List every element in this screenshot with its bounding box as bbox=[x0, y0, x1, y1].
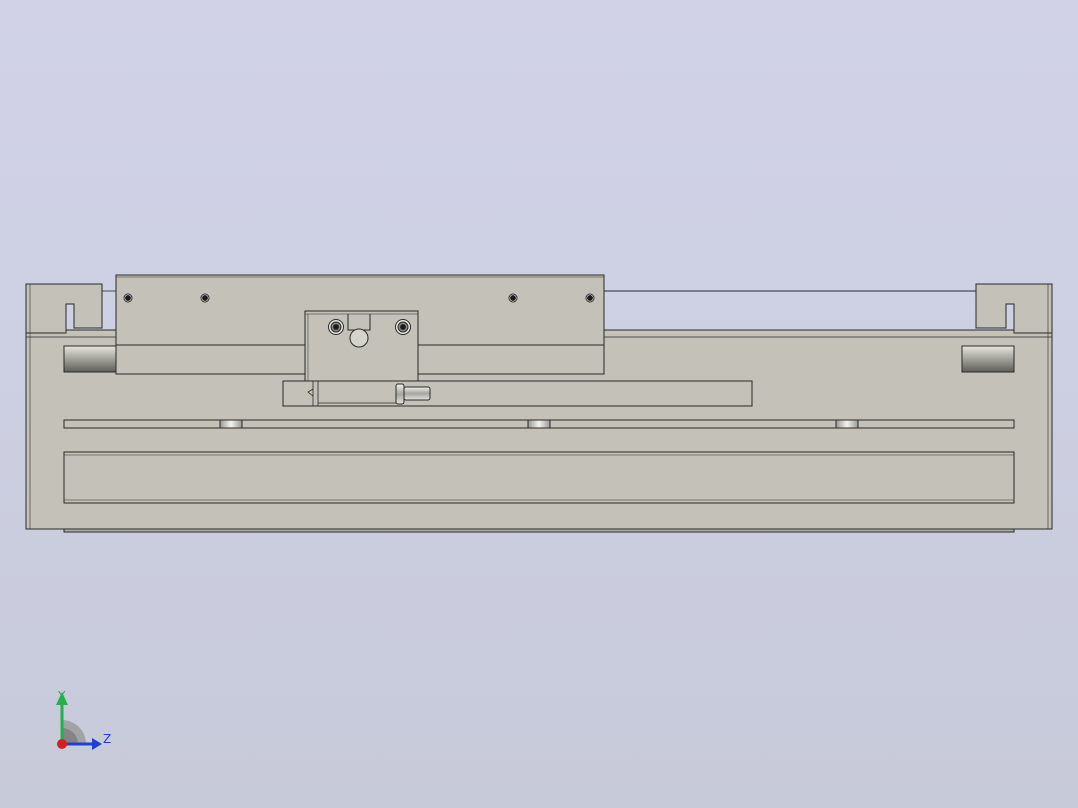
lower-cover-panel bbox=[63, 451, 1015, 504]
clamp-center-bolt bbox=[349, 328, 369, 348]
carriage-screw-1 bbox=[123, 293, 133, 303]
carriage-screw-3 bbox=[508, 293, 518, 303]
left-bumper bbox=[63, 345, 117, 373]
orientation-triad[interactable]: Y Z bbox=[40, 680, 130, 760]
clamp-screw-right bbox=[395, 319, 411, 335]
carriage-screw-4 bbox=[585, 293, 595, 303]
right-bumper bbox=[961, 345, 1015, 373]
sensor-bar bbox=[282, 380, 753, 407]
sensor-pin-head bbox=[395, 383, 405, 405]
sensor-pin-shaft bbox=[403, 386, 431, 401]
z-axis-label: Z bbox=[103, 732, 111, 746]
left-end-block bbox=[25, 283, 103, 334]
rail-slot-3 bbox=[835, 419, 859, 429]
y-axis-label: Y bbox=[57, 689, 66, 703]
x-axis-point bbox=[57, 739, 67, 749]
z-axis-arrowhead bbox=[92, 738, 102, 750]
linear-stage-model[interactable] bbox=[0, 0, 1078, 808]
cad-viewport[interactable]: Y Z bbox=[0, 0, 1078, 808]
carriage-screw-2 bbox=[200, 293, 210, 303]
right-end-block bbox=[975, 283, 1053, 334]
rail-slot-2 bbox=[527, 419, 551, 429]
clamp-screw-left bbox=[328, 319, 344, 335]
rail-slot-1 bbox=[219, 419, 243, 429]
